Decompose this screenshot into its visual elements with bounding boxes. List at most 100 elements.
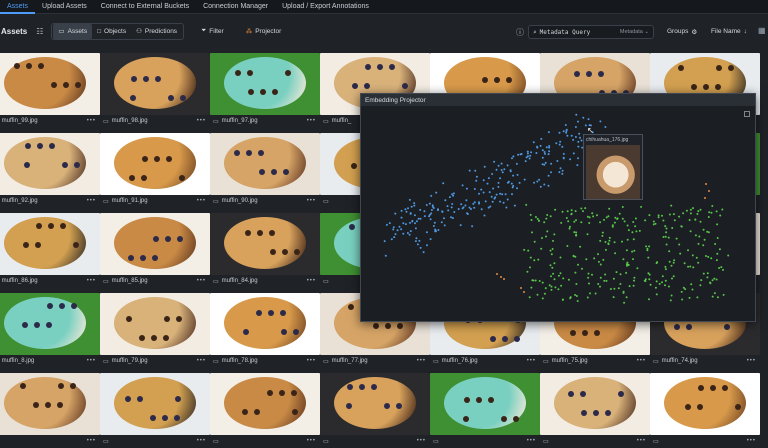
- green-point[interactable]: [613, 221, 616, 224]
- blue-point[interactable]: [404, 208, 407, 211]
- green-point[interactable]: [664, 235, 667, 238]
- green-point[interactable]: [527, 249, 530, 252]
- green-point[interactable]: [546, 230, 549, 233]
- asset-card[interactable]: ▭muffin_92.jpg•••: [0, 133, 100, 208]
- green-point[interactable]: [714, 243, 717, 245]
- blue-point[interactable]: [410, 205, 413, 208]
- blue-point[interactable]: [497, 181, 500, 184]
- green-point[interactable]: [673, 259, 676, 262]
- blue-point[interactable]: [528, 157, 531, 160]
- green-point[interactable]: [614, 252, 617, 255]
- green-point[interactable]: [607, 242, 610, 245]
- green-point[interactable]: [692, 207, 694, 210]
- green-point[interactable]: [561, 210, 564, 213]
- green-point[interactable]: [678, 243, 681, 246]
- green-point[interactable]: [718, 248, 721, 251]
- green-point[interactable]: [688, 296, 691, 299]
- more-options-icon[interactable]: •••: [197, 438, 206, 444]
- blue-point[interactable]: [392, 226, 395, 229]
- blue-point[interactable]: [452, 192, 455, 195]
- blue-point[interactable]: [402, 232, 405, 235]
- green-point[interactable]: [611, 224, 614, 227]
- green-point[interactable]: [706, 230, 709, 233]
- blue-point[interactable]: [483, 214, 486, 217]
- blue-point[interactable]: [385, 223, 388, 226]
- blue-point[interactable]: [430, 212, 433, 215]
- green-point[interactable]: [570, 209, 573, 212]
- blue-point[interactable]: [538, 178, 541, 181]
- green-point[interactable]: [646, 247, 649, 250]
- green-point[interactable]: [689, 230, 692, 233]
- blue-point[interactable]: [444, 199, 447, 202]
- blue-point[interactable]: [532, 141, 535, 144]
- green-point[interactable]: [603, 279, 606, 282]
- blue-point[interactable]: [488, 191, 491, 194]
- green-point[interactable]: [574, 294, 577, 296]
- blue-point[interactable]: [464, 204, 467, 207]
- green-point[interactable]: [550, 253, 553, 256]
- green-point[interactable]: [557, 274, 560, 277]
- blue-point[interactable]: [572, 152, 575, 155]
- nav-tab-upload-assets[interactable]: Upload Assets: [35, 0, 94, 14]
- blue-point[interactable]: [404, 223, 407, 226]
- green-point[interactable]: [541, 237, 543, 239]
- blue-point[interactable]: [408, 233, 411, 236]
- blue-point[interactable]: [447, 209, 450, 212]
- green-point[interactable]: [669, 299, 672, 302]
- green-point[interactable]: [577, 263, 579, 266]
- blue-point[interactable]: [517, 153, 520, 156]
- green-point[interactable]: [705, 255, 707, 257]
- blue-point[interactable]: [460, 203, 463, 206]
- blue-point[interactable]: [543, 163, 546, 166]
- green-point[interactable]: [647, 256, 650, 259]
- green-point[interactable]: [691, 254, 694, 257]
- blue-point[interactable]: [536, 145, 539, 148]
- blue-point[interactable]: [413, 204, 416, 207]
- more-options-icon[interactable]: •••: [307, 438, 316, 444]
- more-options-icon[interactable]: •••: [87, 118, 96, 124]
- green-point[interactable]: [608, 236, 611, 239]
- blue-point[interactable]: [451, 193, 454, 196]
- blue-point[interactable]: [555, 142, 558, 145]
- green-point[interactable]: [560, 284, 563, 287]
- blue-point[interactable]: [392, 228, 395, 231]
- blue-point[interactable]: [543, 151, 546, 153]
- blue-point[interactable]: [511, 193, 513, 196]
- blue-point[interactable]: [413, 202, 416, 205]
- green-point[interactable]: [549, 264, 552, 267]
- blue-point[interactable]: [471, 225, 474, 228]
- blue-point[interactable]: [519, 153, 522, 156]
- green-point[interactable]: [549, 215, 552, 218]
- green-point[interactable]: [588, 216, 591, 219]
- blue-point[interactable]: [416, 243, 419, 246]
- asset-thumbnail[interactable]: [210, 373, 320, 435]
- green-point[interactable]: [550, 275, 552, 278]
- green-point[interactable]: [683, 262, 686, 265]
- blue-point[interactable]: [398, 225, 401, 228]
- green-point[interactable]: [640, 205, 643, 208]
- blue-point[interactable]: [428, 202, 431, 205]
- green-point[interactable]: [575, 233, 578, 236]
- green-point[interactable]: [534, 216, 537, 218]
- asset-thumbnail[interactable]: [430, 373, 540, 435]
- blue-point[interactable]: [408, 198, 411, 201]
- asset-card[interactable]: ▭ muffin_85.jpg •••: [100, 213, 210, 288]
- more-options-icon[interactable]: •••: [527, 358, 536, 364]
- green-point[interactable]: [679, 252, 682, 255]
- green-point[interactable]: [597, 283, 600, 285]
- green-point[interactable]: [652, 223, 655, 226]
- blue-point[interactable]: [544, 161, 547, 164]
- more-options-icon[interactable]: •••: [197, 118, 206, 124]
- blue-point[interactable]: [407, 207, 409, 210]
- more-options-icon[interactable]: •••: [637, 358, 646, 364]
- green-point[interactable]: [713, 292, 716, 295]
- blue-point[interactable]: [443, 217, 445, 220]
- asset-card[interactable]: ▭ muffin_78.jpg •••: [210, 293, 320, 368]
- blue-point[interactable]: [561, 145, 564, 148]
- green-point[interactable]: [541, 297, 544, 300]
- green-point[interactable]: [722, 293, 725, 296]
- green-point[interactable]: [647, 272, 650, 275]
- green-point[interactable]: [619, 273, 622, 276]
- blue-point[interactable]: [547, 174, 550, 177]
- green-point[interactable]: [718, 267, 721, 269]
